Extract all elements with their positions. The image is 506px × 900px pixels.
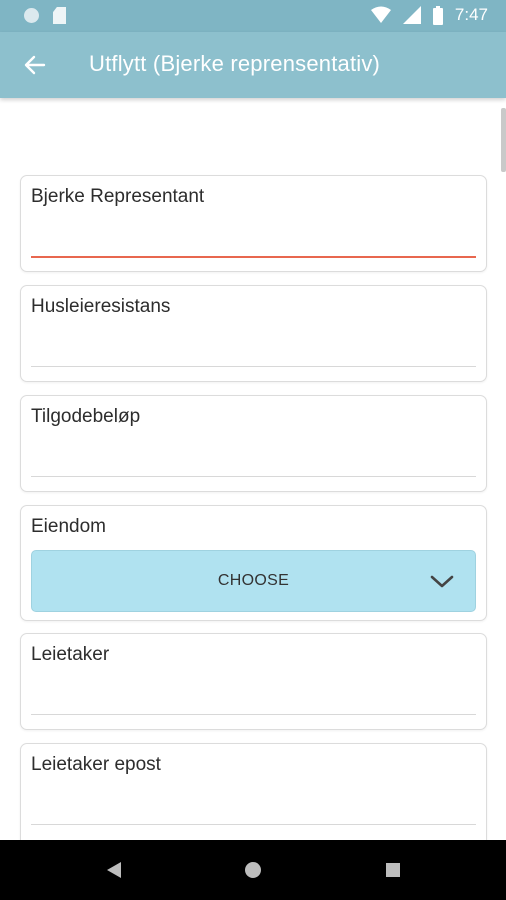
field-card-rent-resistance: Husleieresistans [20,285,487,382]
field-label: Eiendom [31,516,106,537]
select-label: CHOOSE [217,572,290,589]
scrollbar[interactable] [501,108,506,172]
field-label: Leietaker epost [31,754,161,775]
field-label: Bjerke Representant [31,186,205,207]
field-underline [31,366,476,367]
credit-amount-input[interactable] [31,441,476,477]
field-label: Leietaker [31,644,110,665]
field-label: Tilgodebeløp [31,406,141,427]
field-card-credit-amount: Tilgodebeløp [20,395,487,492]
recents-square-icon[interactable] [383,860,403,880]
field-card-representative: Bjerke Representant [20,175,487,272]
home-circle-icon[interactable] [243,860,263,880]
chevron-down-icon [430,575,454,588]
wifi-icon [370,6,391,23]
field-label: Husleieresistans [31,296,171,317]
field-card-tenant: Leietaker [20,633,487,730]
arrow-left-icon[interactable] [20,50,50,80]
field-underline [31,824,476,825]
field-underline [31,714,476,715]
battery-icon [432,5,443,25]
field-card-tenant-email: Leietaker epost [20,743,487,840]
field-underline-active [31,256,476,258]
field-card-property: Eiendom CHOOSE [20,505,487,621]
tenant-email-input[interactable] [31,789,476,825]
rent-resistance-input[interactable] [31,331,476,367]
status-time: 7:47 [454,5,488,24]
field-underline [31,476,476,477]
signal-icon [402,6,421,24]
back-triangle-icon[interactable] [104,860,124,880]
system-nav-bar [0,840,506,900]
notification-dot-icon [24,8,39,23]
property-select[interactable]: CHOOSE [31,550,476,612]
representative-input[interactable] [31,221,476,257]
status-bar: 7:47 [0,0,506,32]
tenant-input[interactable] [31,679,476,715]
sd-card-icon [53,7,66,24]
form-scroll-area[interactable]: Bjerke Representant Husleieresistans Til… [0,98,506,840]
page-title: Utflytt (Bjerke reprensentativ) [89,51,381,76]
app-bar: Utflytt (Bjerke reprensentativ) [0,32,506,98]
